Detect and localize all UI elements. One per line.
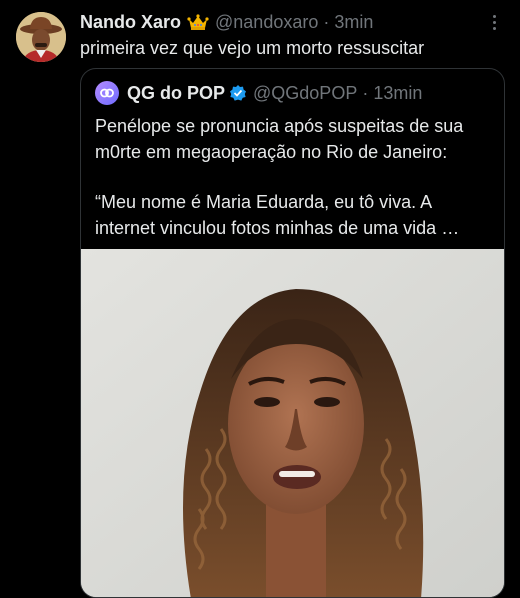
quoted-tweet[interactable]: QG do POP @QGdoPOP · 13min Penélope se p…	[80, 68, 505, 598]
quoted-author-display-name[interactable]: QG do POP	[127, 83, 225, 104]
quoted-avatar[interactable]	[95, 81, 119, 105]
avatar-image	[16, 12, 66, 62]
quoted-text-line: Penélope se pronuncia após suspeitas de …	[95, 116, 464, 136]
separator-dot: ·	[323, 11, 330, 32]
quoted-text-line: internet vinculou fotos minhas de uma vi…	[95, 218, 460, 238]
verified-badge-icon	[229, 84, 247, 102]
quoted-tweet-header: QG do POP @QGdoPOP · 13min	[95, 81, 422, 105]
avatar[interactable]	[16, 12, 66, 62]
quoted-text-line: m0rte em megaoperação no Rio de Janeiro:	[95, 142, 448, 162]
quoted-tweet-timestamp[interactable]: 13min	[373, 83, 422, 104]
tweet-header: Nando Xaro @nandoxaro · 3min	[80, 10, 373, 34]
quoted-media-image[interactable]	[81, 249, 504, 597]
separator-dot: ·	[362, 82, 369, 103]
crown-icon	[187, 13, 209, 31]
author-display-name[interactable]: Nando Xaro	[80, 12, 181, 33]
tweet[interactable]: Nando Xaro @nandoxaro · 3min primeira ve…	[0, 0, 520, 598]
qg-logo-icon	[100, 88, 114, 98]
tweet-timestamp[interactable]: 3min	[334, 12, 373, 33]
tweet-text: primeira vez que vejo um morto ressuscit…	[80, 38, 425, 58]
quoted-author-handle[interactable]: @QGdoPOP	[253, 83, 357, 104]
quoted-tweet-text: Penélope se pronuncia após suspeitas de …	[95, 113, 495, 241]
woman-portrait-image	[81, 249, 504, 597]
quoted-text-line: “Meu nome é Maria Eduarda, eu tô viva. A	[95, 192, 433, 212]
author-handle[interactable]: @nandoxaro	[215, 12, 318, 33]
more-options-icon[interactable]	[484, 12, 504, 32]
